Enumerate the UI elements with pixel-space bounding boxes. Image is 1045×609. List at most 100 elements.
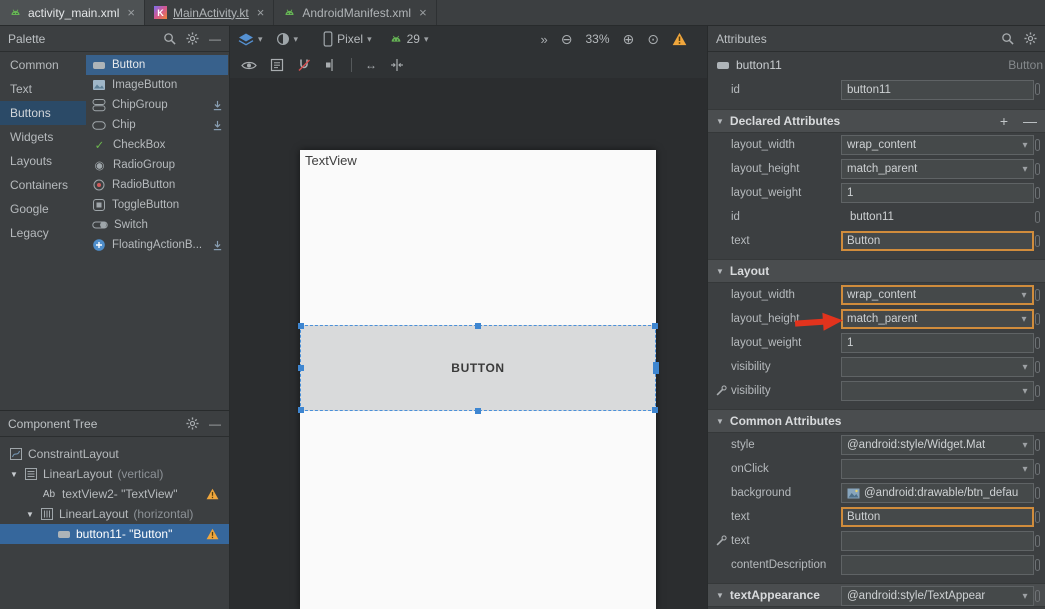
palette-item-radiobutton[interactable]: RadioButton — [86, 175, 228, 195]
close-icon[interactable]: × — [419, 6, 427, 19]
palette-item-imagebutton[interactable]: ImageButton — [86, 75, 228, 95]
palette-item-switch[interactable]: Switch — [86, 215, 228, 235]
id-field[interactable]: button11 — [841, 80, 1034, 100]
category-containers[interactable]: Containers — [0, 173, 86, 197]
pin-toggle[interactable] — [1035, 361, 1040, 373]
design-surface-selector[interactable]: ▾ — [238, 32, 263, 47]
toolbar-overflow-button[interactable]: » — [541, 32, 548, 47]
pin-toggle[interactable] — [1035, 559, 1040, 571]
remove-attribute-button[interactable]: — — [1023, 114, 1037, 128]
resize-handle[interactable] — [298, 407, 304, 413]
category-layouts[interactable]: Layouts — [0, 149, 86, 173]
tools-visibility-dropdown[interactable]: ▾ — [841, 381, 1034, 401]
resize-handle[interactable] — [298, 365, 304, 371]
text-field[interactable]: Button — [841, 507, 1034, 527]
pin-toggle[interactable] — [1035, 313, 1040, 325]
layout-height-dropdown[interactable]: match_parent▾ — [841, 159, 1034, 179]
category-google[interactable]: Google — [0, 197, 86, 221]
add-attribute-button[interactable]: + — [1000, 114, 1008, 128]
expand-icon[interactable]: ▼ — [25, 510, 35, 519]
layout-width-dropdown[interactable]: wrap_content▾ — [841, 285, 1034, 305]
palette-item-chip[interactable]: Chip — [86, 115, 228, 135]
gear-icon[interactable] — [1024, 32, 1037, 45]
resize-handle[interactable] — [475, 408, 481, 414]
pin-toggle[interactable] — [1035, 289, 1040, 301]
default-margins-icon[interactable]: ↔ — [365, 58, 377, 72]
contentdescription-field[interactable] — [841, 555, 1034, 575]
tools-text-field[interactable] — [841, 531, 1034, 551]
pin-toggle[interactable] — [1035, 211, 1040, 223]
onclick-dropdown[interactable]: ▾ — [841, 459, 1034, 479]
guidelines-icon[interactable] — [324, 58, 338, 72]
visibility-dropdown[interactable]: ▾ — [841, 357, 1034, 377]
align-distribute-icon[interactable] — [390, 58, 404, 72]
minimize-icon[interactable]: — — [209, 417, 221, 431]
zoom-to-fit-button[interactable]: ⊙ — [647, 31, 659, 48]
zoom-out-button[interactable]: ⊖ — [561, 31, 573, 48]
layout-height-dropdown[interactable]: match_parent▾ — [841, 309, 1034, 329]
view-options-eye-icon[interactable] — [241, 60, 257, 71]
category-buttons[interactable]: Buttons — [0, 101, 86, 125]
category-legacy[interactable]: Legacy — [0, 221, 86, 245]
resize-handle[interactable] — [652, 323, 658, 329]
resize-handle[interactable] — [298, 323, 304, 329]
tab-activity-main-xml[interactable]: activity_main.xml × — [0, 0, 145, 25]
pin-toggle[interactable] — [1035, 535, 1040, 547]
section-textappearance[interactable]: ▼ textAppearance @android:style/TextAppe… — [708, 583, 1045, 607]
pin-toggle[interactable] — [1035, 139, 1040, 151]
palette-item-radiogroup[interactable]: ◉ RadioGroup — [86, 155, 228, 175]
id-value[interactable]: button11 — [845, 207, 1038, 227]
minimize-icon[interactable]: — — [209, 32, 221, 46]
pin-toggle[interactable] — [1035, 187, 1040, 199]
blueprint-mode-icon[interactable] — [270, 58, 284, 72]
section-common-attributes[interactable]: ▼ Common Attributes — [708, 409, 1045, 433]
layout-weight-field[interactable]: 1 — [841, 183, 1034, 203]
autoconnect-magnet-icon[interactable] — [297, 58, 311, 72]
tree-item-linearlayout-horizontal[interactable]: ▼ LinearLayout(horizontal) — [0, 504, 229, 524]
text-field[interactable]: Button — [841, 231, 1034, 251]
pin-toggle[interactable] — [1035, 463, 1040, 475]
warnings-button[interactable] — [672, 32, 687, 46]
api-level-selector[interactable]: 29 ▾ — [389, 32, 429, 46]
search-icon[interactable] — [1001, 32, 1014, 45]
pin-toggle[interactable] — [1035, 83, 1040, 95]
palette-item-floatingactionbutton[interactable]: FloatingActionB... — [86, 235, 228, 255]
category-text[interactable]: Text — [0, 77, 86, 101]
pin-toggle[interactable] — [1035, 163, 1040, 175]
layout-weight-field[interactable]: 1 — [841, 333, 1034, 353]
tree-item-textview2[interactable]: Ab textView2- "TextView" — [0, 484, 229, 504]
section-declared-attributes[interactable]: ▼ Declared Attributes + — — [708, 109, 1045, 133]
tree-item-linearlayout-vertical[interactable]: ▼ LinearLayout(vertical) — [0, 464, 229, 484]
background-field[interactable]: @android:drawable/btn_defau — [841, 483, 1034, 503]
tree-item-button11[interactable]: button11- "Button" — [0, 524, 229, 544]
pin-toggle[interactable] — [1035, 511, 1040, 523]
tree-item-constraintlayout[interactable]: ConstraintLayout — [0, 444, 229, 464]
download-icon[interactable] — [212, 100, 223, 111]
zoom-in-button[interactable]: ⊕ — [623, 31, 635, 48]
category-common[interactable]: Common — [0, 53, 86, 77]
palette-item-button[interactable]: Button — [86, 55, 228, 75]
pin-toggle[interactable] — [1035, 590, 1040, 602]
gear-icon[interactable] — [186, 417, 199, 430]
section-layout[interactable]: ▼ Layout — [708, 259, 1045, 283]
download-icon[interactable] — [212, 120, 223, 131]
download-icon[interactable] — [212, 240, 223, 251]
pin-toggle[interactable] — [1035, 235, 1040, 247]
palette-item-checkbox[interactable]: ✓ CheckBox — [86, 135, 228, 155]
textappearance-dropdown[interactable]: @android:style/TextAppear▾ — [841, 586, 1034, 606]
pin-toggle[interactable] — [1035, 337, 1040, 349]
resize-handle[interactable] — [652, 407, 658, 413]
selected-button-widget[interactable]: BUTTON — [300, 325, 656, 411]
resize-handle[interactable] — [475, 323, 481, 329]
style-dropdown[interactable]: @android:style/Widget.Mat▾ — [841, 435, 1034, 455]
device-screen-preview[interactable]: TextView BUTTON — [300, 150, 656, 609]
close-icon[interactable]: × — [127, 6, 135, 19]
category-widgets[interactable]: Widgets — [0, 125, 86, 149]
textview-widget[interactable]: TextView — [305, 153, 357, 168]
resize-handle[interactable] — [653, 362, 659, 374]
device-selector[interactable]: Pixel ▾ — [323, 31, 372, 47]
palette-item-togglebutton[interactable]: ToggleButton — [86, 195, 228, 215]
tab-androidmanifest-xml[interactable]: AndroidManifest.xml × — [274, 0, 436, 25]
expand-icon[interactable]: ▼ — [9, 470, 19, 479]
search-icon[interactable] — [163, 32, 176, 45]
